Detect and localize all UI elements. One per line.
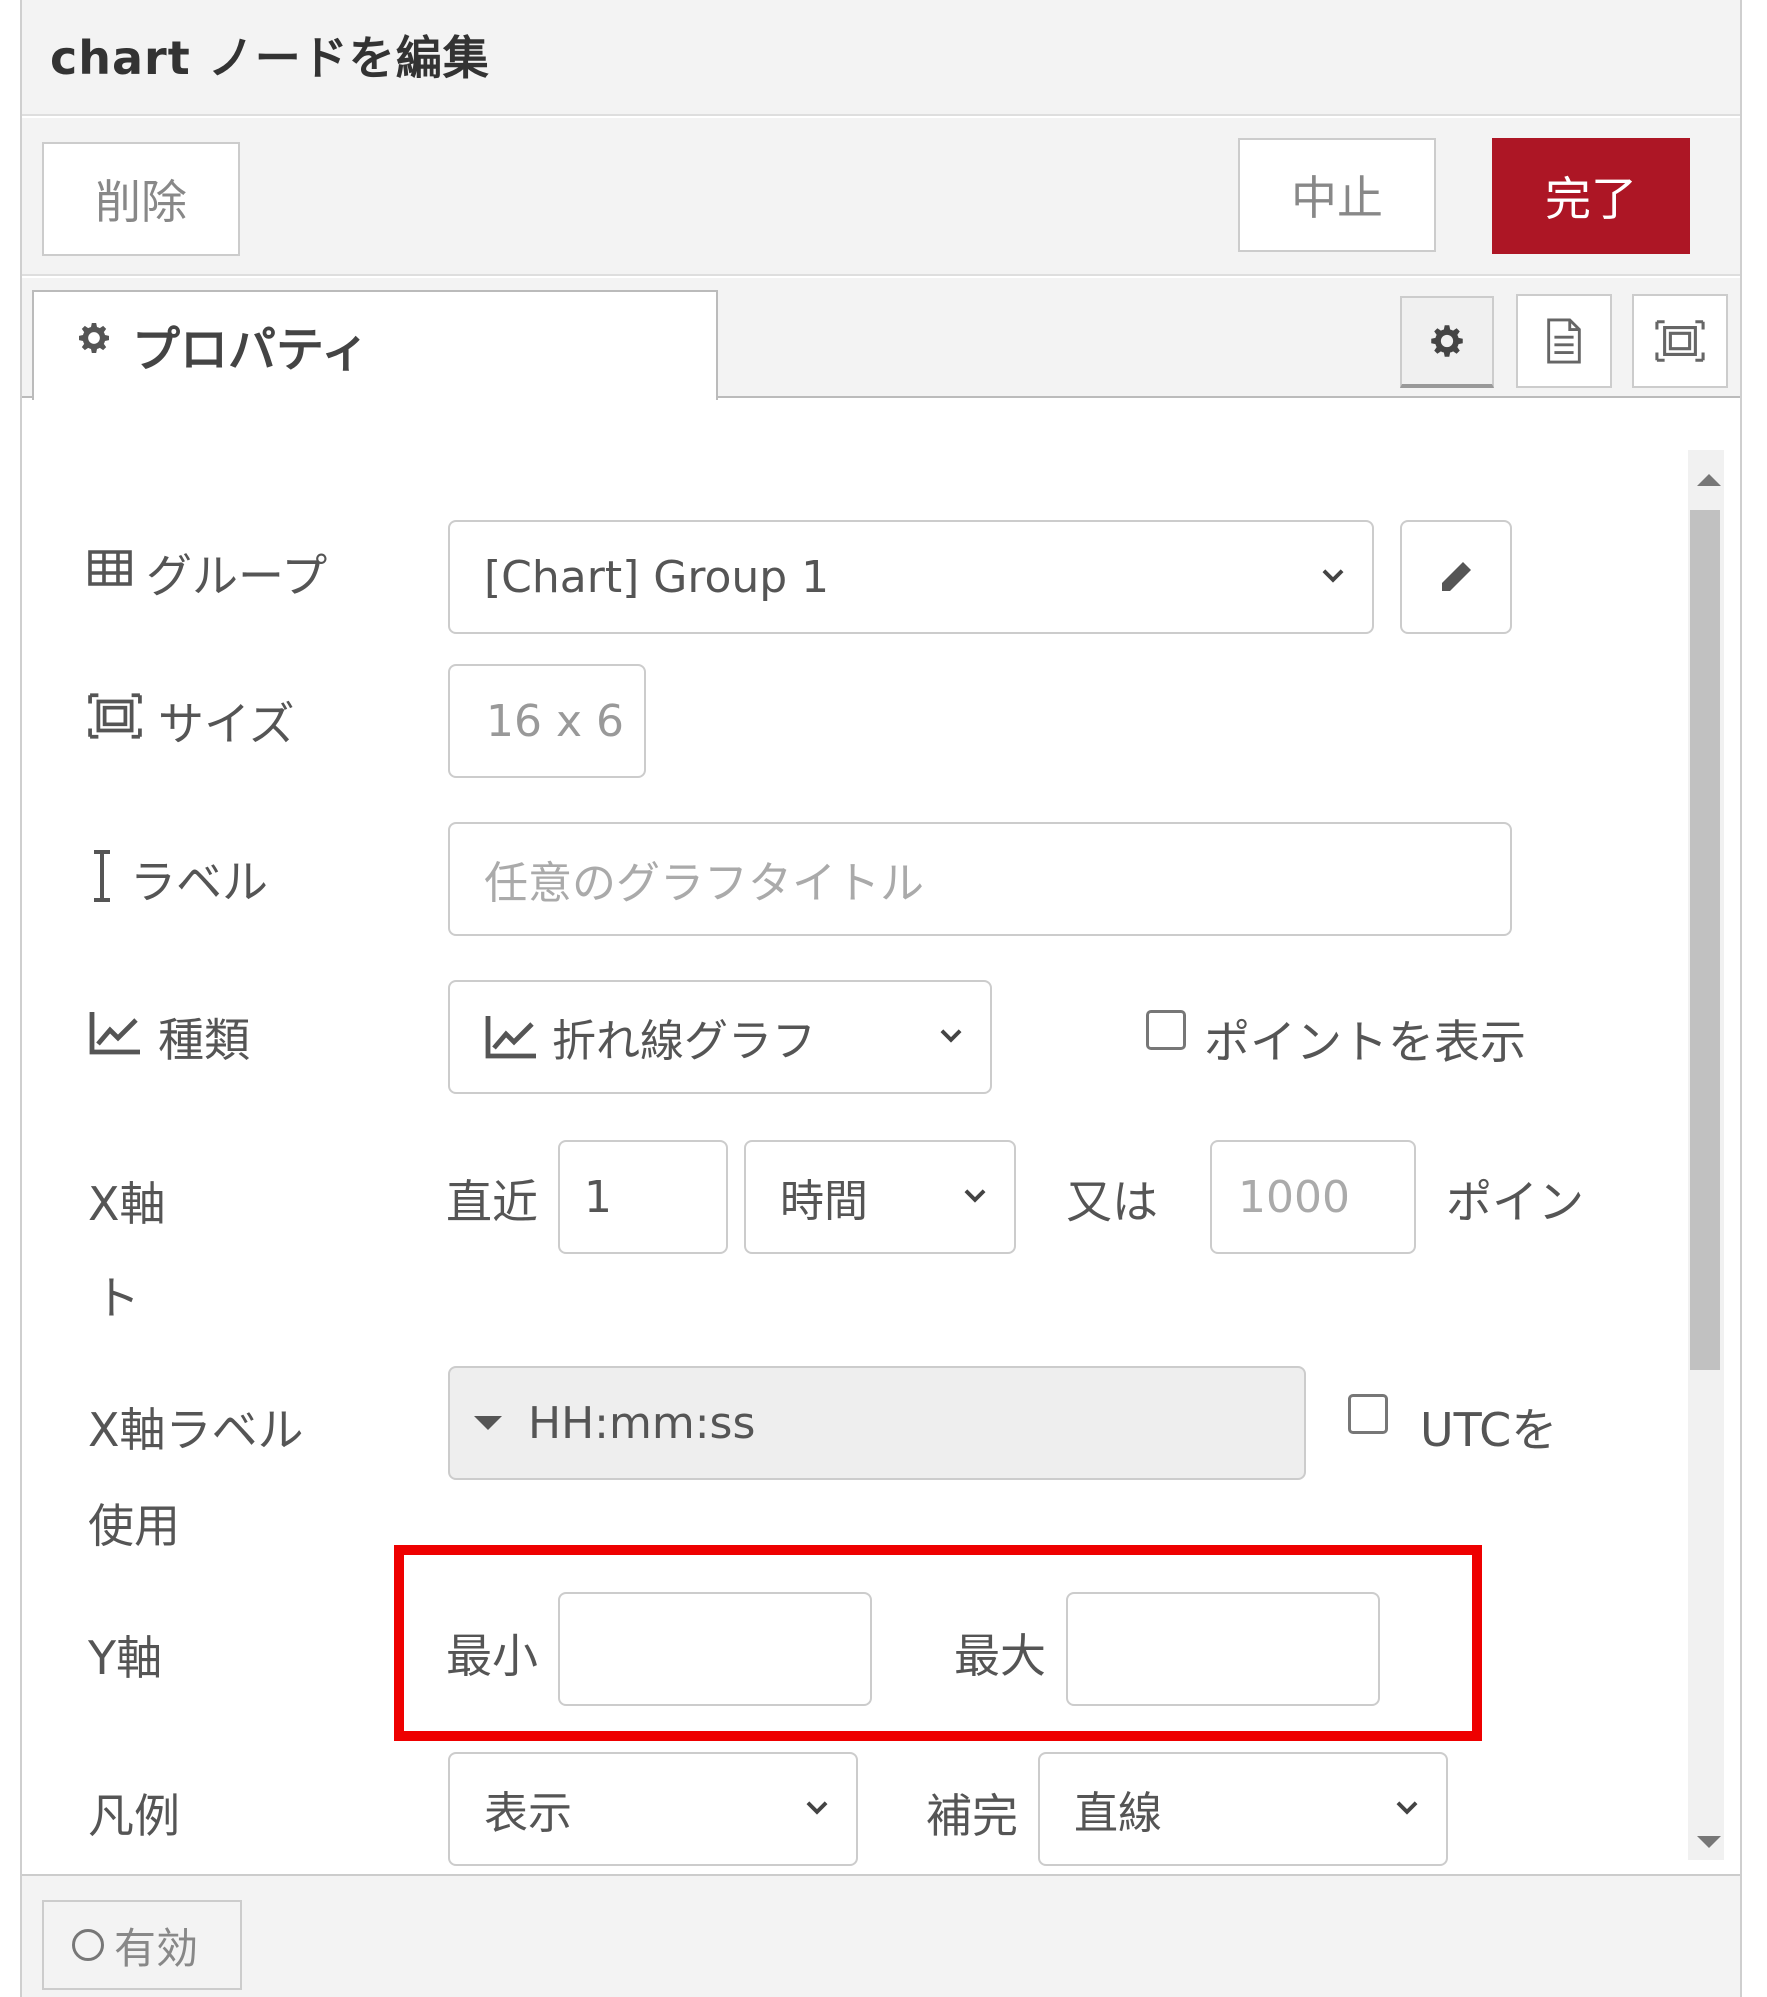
xformat-typed-input[interactable]: HH:mm:ss <box>448 1366 1306 1480</box>
dialog-footer <box>22 1874 1740 1997</box>
interpolate-label: 補完 <box>926 1789 1018 1843</box>
type-label: 種類 <box>158 1013 250 1067</box>
interpolate-select[interactable]: 直線 <box>1038 1752 1448 1866</box>
xaxis-points-input[interactable]: 1000 <box>1210 1140 1416 1254</box>
chevron-down-icon <box>1396 1801 1418 1815</box>
line-chart-icon <box>88 1010 142 1056</box>
group-select[interactable]: [Chart] Group 1 <box>448 520 1374 634</box>
appearance-tab-button[interactable] <box>1632 294 1728 388</box>
text-cursor-icon <box>90 850 114 902</box>
gear-icon <box>1431 325 1463 357</box>
table-icon <box>88 548 132 588</box>
legend-label: 凡例 <box>88 1789 180 1843</box>
delete-button[interactable]: 削除 <box>42 142 240 256</box>
xaxis-label-wrap: ト <box>94 1271 140 1325</box>
chart-type-select[interactable]: 折れ線グラフ <box>448 980 992 1094</box>
chart-type-value: 折れ線グラフ <box>552 1016 816 1067</box>
xformat-value: HH:mm:ss <box>528 1397 756 1449</box>
enabled-toggle-button[interactable]: 有効 <box>42 1900 242 1990</box>
scroll-down-arrow-icon[interactable] <box>1697 1836 1721 1848</box>
pencil-icon <box>1442 562 1471 591</box>
xaxis-unit-select[interactable]: 時間 <box>744 1140 1016 1254</box>
gear-icon <box>74 318 114 358</box>
layout-icon <box>88 692 142 740</box>
group-label: グループ <box>146 549 328 603</box>
layout-icon <box>1655 320 1705 362</box>
xaxis-or-label: 又は <box>1066 1175 1158 1229</box>
legend-select[interactable]: 表示 <box>448 1752 858 1866</box>
title-input-placeholder: 任意のグラフタイトル <box>484 858 924 909</box>
interpolate-value: 直線 <box>1074 1788 1162 1839</box>
settings-tab-button[interactable] <box>1400 296 1494 388</box>
legend-value: 表示 <box>484 1788 572 1839</box>
enabled-label: 有効 <box>114 1923 199 1973</box>
xformat-label-wrap: 使用 <box>88 1499 180 1553</box>
scroll-up-arrow-icon[interactable] <box>1697 474 1721 486</box>
show-points-checkbox[interactable] <box>1146 1010 1186 1050</box>
utc-checkbox[interactable] <box>1348 1394 1388 1434</box>
xaxis-label: X軸 <box>88 1177 166 1231</box>
dialog-toolbar <box>22 118 1740 276</box>
highlight-box <box>394 1545 1482 1741</box>
cancel-button[interactable]: 中止 <box>1238 138 1436 252</box>
xaxis-points-label: ポイン <box>1446 1175 1584 1229</box>
yaxis-label: Y軸 <box>88 1631 163 1685</box>
chevron-down-icon <box>806 1801 828 1815</box>
size-label: サイズ <box>158 697 295 751</box>
document-icon <box>1547 318 1581 364</box>
scrollbar-thumb[interactable] <box>1690 510 1720 1370</box>
caret-down-icon[interactable] <box>474 1416 502 1430</box>
done-button[interactable]: 完了 <box>1492 138 1690 254</box>
edit-group-button[interactable] <box>1400 520 1512 634</box>
title-label: ラベル <box>130 855 268 909</box>
xaxis-last-label: 直近 <box>446 1175 538 1229</box>
line-chart-icon <box>485 1016 536 1059</box>
xaxis-points-placeholder: 1000 <box>1238 1171 1350 1223</box>
utc-label: UTCを <box>1420 1403 1558 1457</box>
description-tab-button[interactable] <box>1516 294 1612 388</box>
xaxis-last-input[interactable]: 1 <box>558 1140 728 1254</box>
xaxis-unit-value: 時間 <box>780 1176 868 1227</box>
circle-icon <box>72 1929 104 1961</box>
chevron-down-icon <box>940 1029 962 1043</box>
chevron-down-icon <box>1322 569 1344 583</box>
chevron-down-icon <box>964 1189 986 1203</box>
tab-properties-label: プロパティ <box>132 322 370 378</box>
size-button[interactable]: 16 x 6 <box>448 664 646 778</box>
group-select-value: [Chart] Group 1 <box>484 551 830 603</box>
title-input[interactable]: 任意のグラフタイトル <box>448 822 1512 936</box>
dialog-title: chart ノードを編集 <box>50 31 490 85</box>
xformat-label: X軸ラベル <box>88 1403 304 1457</box>
show-points-label: ポイントを表示 <box>1204 1015 1526 1069</box>
